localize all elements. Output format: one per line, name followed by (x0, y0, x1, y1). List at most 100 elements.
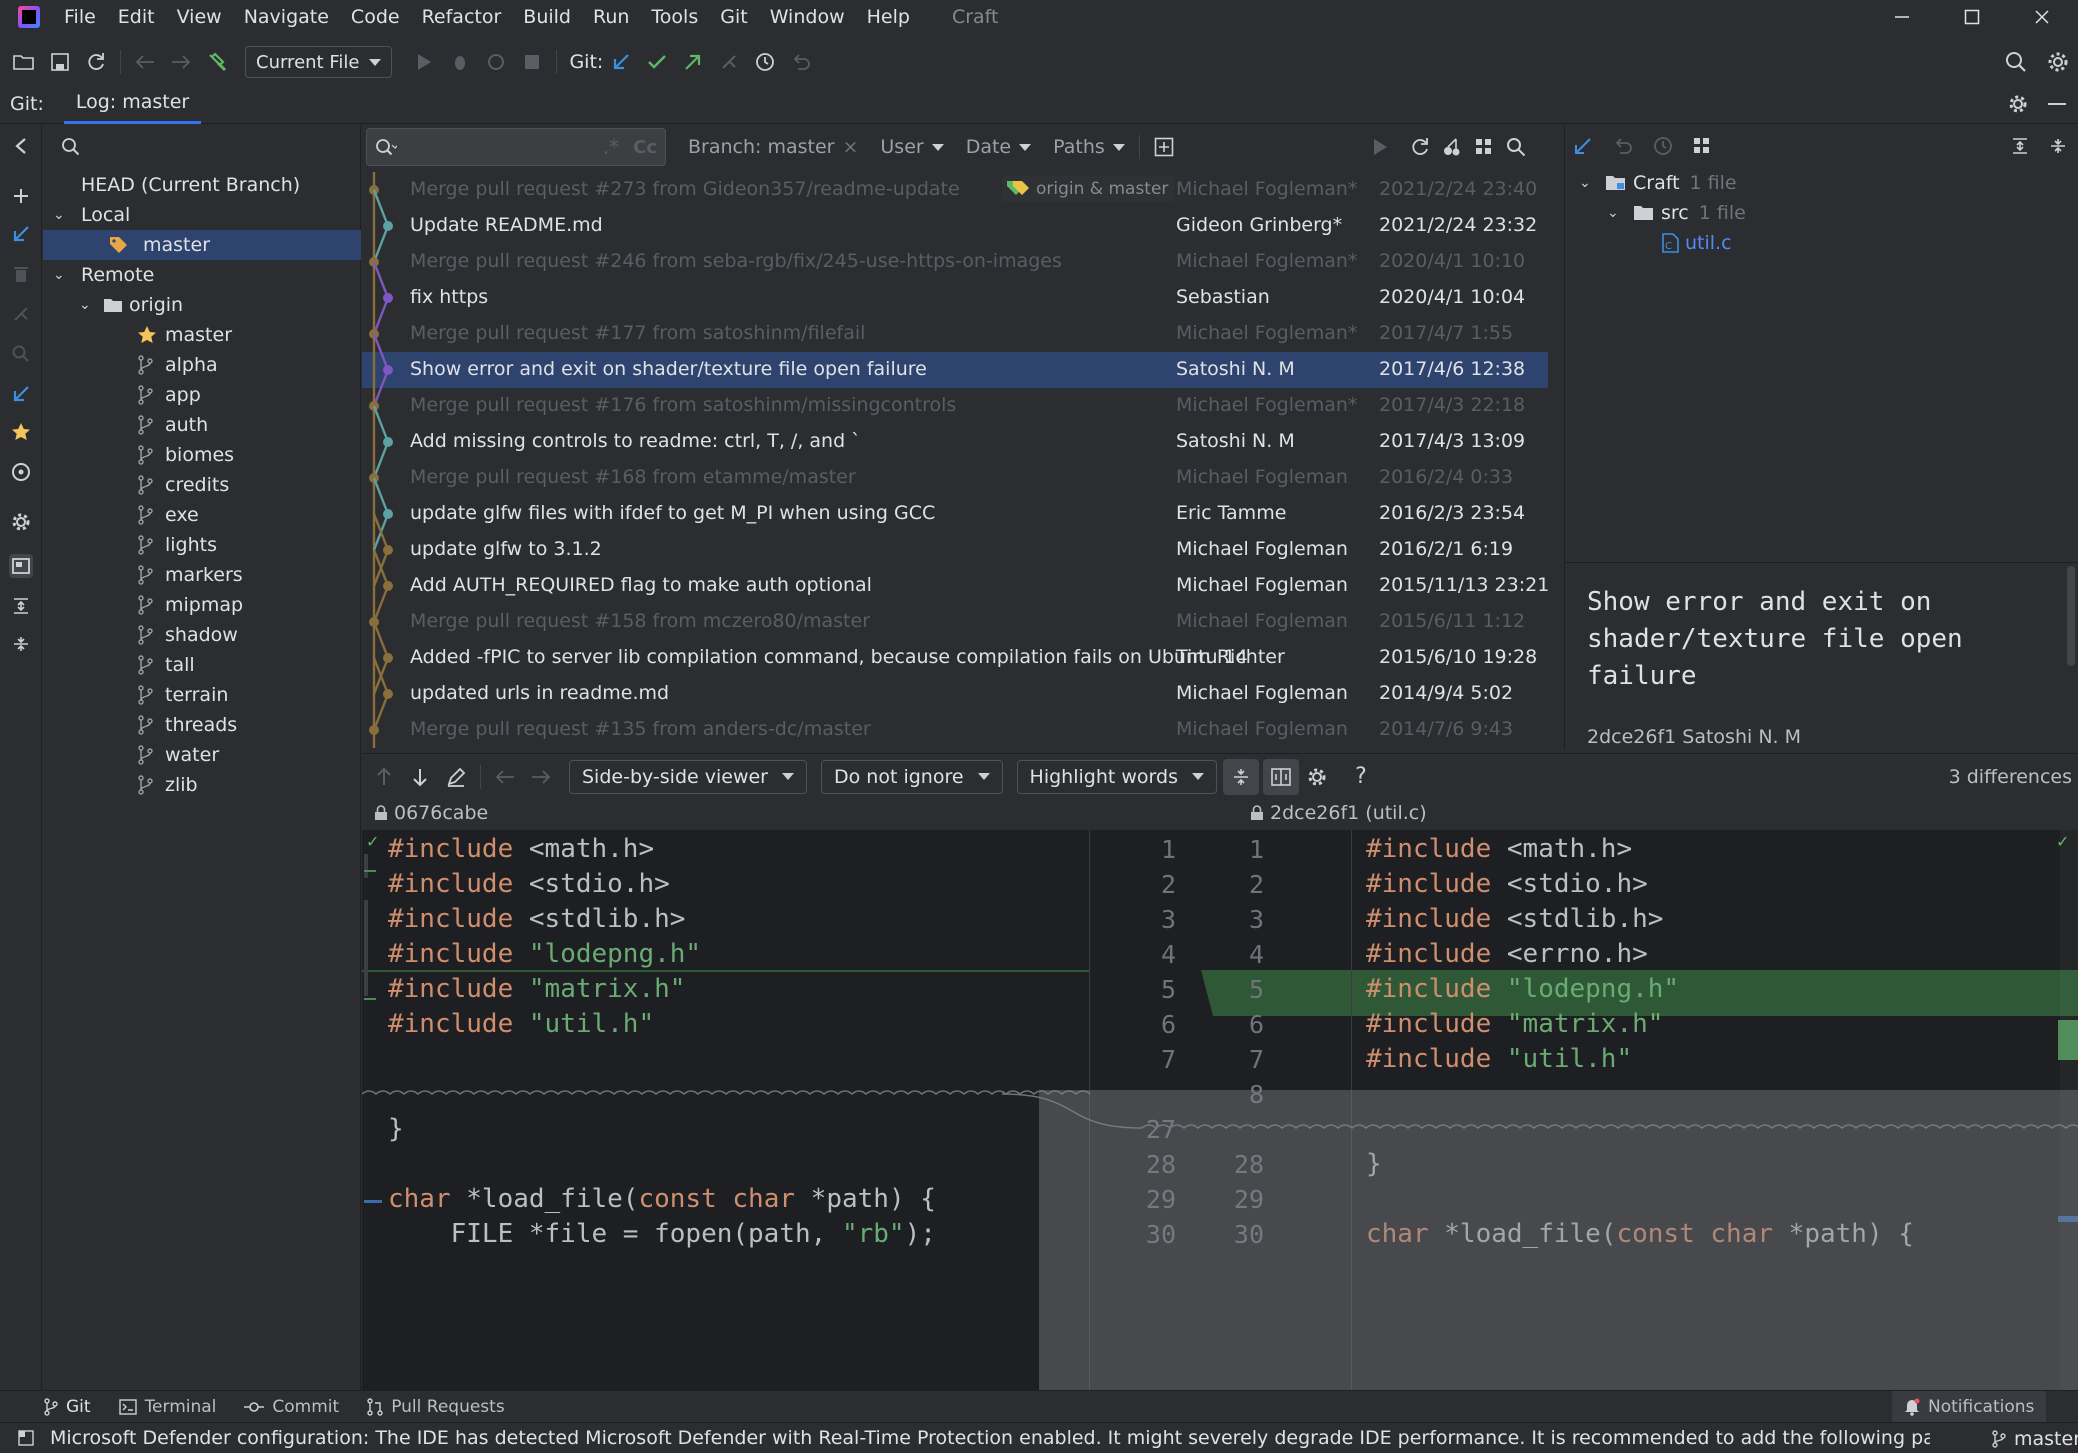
branch-remote-exe[interactable]: exe (43, 500, 361, 530)
commit-row[interactable]: Add missing controls to readme: ctrl, T,… (362, 424, 1548, 460)
branch-remote-threads[interactable]: threads (43, 710, 361, 740)
settings-gear-icon[interactable] (2040, 44, 2076, 80)
notifications-button[interactable]: Notifications (1892, 1391, 2047, 1423)
expand-all-icon[interactable] (2011, 137, 2029, 155)
branch-remote-biomes[interactable]: biomes (43, 440, 361, 470)
history-clock-icon[interactable] (747, 44, 783, 80)
branch-remote-origin[interactable]: ⌄ origin (43, 290, 361, 320)
menu-file[interactable]: File (64, 6, 96, 28)
hide-panel-icon[interactable] (2048, 102, 2066, 106)
branch-remote-lights[interactable]: lights (43, 530, 361, 560)
refresh-icon[interactable] (1402, 129, 1438, 165)
add-icon[interactable] (9, 184, 33, 208)
commit-row[interactable]: Add AUTH_REQUIRED flag to make auth opti… (362, 568, 1548, 604)
debug-icon[interactable] (442, 44, 478, 80)
commit-row[interactable]: updated urls in readme.md Michael Foglema… (362, 676, 1548, 712)
details-scrollbar[interactable] (2067, 566, 2075, 666)
ignore-dropdown[interactable]: Do not ignore (821, 759, 1003, 794)
commit-row[interactable]: Merge pull request #135 from anders-dc/m… (362, 712, 1548, 748)
branch-remote-auth[interactable]: auth (43, 410, 361, 440)
cherry-pick-run-icon[interactable] (1362, 129, 1398, 165)
branch-remote-terrain[interactable]: terrain (43, 680, 361, 710)
collapse-unchanged-icon[interactable] (1222, 758, 1259, 795)
run-config-dropdown[interactable]: Current File (245, 46, 393, 78)
fetch-icon[interactable] (9, 382, 33, 406)
compare-branch-icon[interactable] (9, 302, 33, 326)
build-hammer-icon[interactable] (199, 44, 235, 80)
tree-root-craft[interactable]: ⌄ Craft 1 file (1579, 168, 1737, 198)
history-clock-icon[interactable] (1653, 136, 1673, 156)
branch-group-local[interactable]: ⌄ Local (43, 200, 361, 230)
commit-row[interactable]: update glfw files with ifdef to get M_PI… (362, 496, 1548, 532)
commit-row[interactable]: Merge pull request #158 from mczero80/ma… (362, 604, 1548, 640)
menu-code[interactable]: Code (351, 6, 400, 28)
rollback-icon[interactable] (783, 44, 819, 80)
collapse-all-icon[interactable] (9, 632, 33, 656)
gear-icon[interactable] (2008, 94, 2028, 114)
status-message[interactable]: Microsoft Defender configuration: The ID… (50, 1427, 1930, 1449)
open-folder-icon[interactable] (6, 44, 42, 80)
coverage-icon[interactable] (478, 44, 514, 80)
status-toggle-icon[interactable] (18, 1430, 34, 1446)
clear-filter-icon[interactable]: × (842, 136, 858, 158)
commit-row[interactable]: Update README.md Gideon Grinberg* 2021/2/2… (362, 208, 1548, 244)
run-icon[interactable] (406, 44, 442, 80)
edit-pencil-icon[interactable] (438, 759, 474, 795)
sync-icon[interactable] (78, 44, 114, 80)
collapse-all-icon[interactable] (2049, 137, 2067, 155)
date-filter[interactable]: Date (966, 136, 1032, 158)
branch-remote-shadow[interactable]: shadow (43, 620, 361, 650)
menu-navigate[interactable]: Navigate (244, 6, 329, 28)
menu-build[interactable]: Build (523, 6, 571, 28)
tab-log-master[interactable]: Log: master (63, 84, 202, 124)
minimize-icon[interactable] (1872, 0, 1932, 34)
expand-all-icon[interactable] (9, 594, 33, 618)
branch-remote-master[interactable]: master (43, 320, 361, 350)
user-filter[interactable]: User (880, 136, 944, 158)
revert-icon[interactable] (1613, 137, 1633, 155)
navigate-icon[interactable] (9, 460, 33, 484)
menu-view[interactable]: View (177, 6, 222, 28)
menu-run[interactable]: Run (593, 6, 629, 28)
forward-arrow-icon[interactable] (163, 44, 199, 80)
save-icon[interactable] (42, 44, 78, 80)
tab-git[interactable]: Git (44, 1397, 91, 1417)
menu-refactor[interactable]: Refactor (422, 6, 502, 28)
commit-search-input[interactable]: .* Cc (366, 128, 666, 166)
commit-row[interactable]: Merge pull request #168 from etamme/mast… (362, 460, 1548, 496)
git-update-icon[interactable] (603, 44, 639, 80)
branch-group-remote[interactable]: ⌄ Remote (43, 260, 361, 290)
next-diff-arrow-icon[interactable] (402, 759, 438, 795)
help-button[interactable]: ? (1343, 759, 1379, 795)
branch-remote-markers[interactable]: markers (43, 560, 361, 590)
branch-remote-tall[interactable]: tall (43, 650, 361, 680)
menu-tools[interactable]: Tools (651, 6, 698, 28)
update-branch-icon[interactable] (9, 222, 33, 246)
menu-help[interactable]: Help (867, 6, 910, 28)
cherry-pick-icon[interactable] (1434, 129, 1470, 165)
branch-remote-credits[interactable]: credits (43, 470, 361, 500)
commit-row[interactable]: Merge pull request #177 from satoshinm/f… (362, 316, 1548, 352)
commit-row[interactable]: Merge pull request #246 from seba-rgb/fi… (362, 244, 1548, 280)
commit-row[interactable]: Merge pull request #176 from satoshinm/m… (362, 388, 1548, 424)
commit-row[interactable]: Merge pull request #273 from Gideon357/r… (362, 172, 1548, 208)
viewer-dropdown[interactable]: Side-by-side viewer (569, 759, 807, 794)
menu-window[interactable]: Window (770, 6, 845, 28)
stop-icon[interactable] (514, 44, 550, 80)
new-tab-icon[interactable] (1146, 129, 1182, 165)
group-by-repository-icon[interactable] (9, 554, 33, 578)
menu-git[interactable]: Git (720, 6, 747, 28)
delete-icon[interactable] (9, 262, 33, 286)
branch-remote-mipmap[interactable]: mipmap (43, 590, 361, 620)
maximize-icon[interactable] (1942, 0, 2002, 34)
branch-filter[interactable]: Branch: master × (688, 136, 858, 158)
search-everywhere-icon[interactable] (1998, 44, 2034, 80)
group-by-icon[interactable] (1693, 137, 1711, 155)
git-commit-check-icon[interactable] (639, 44, 675, 80)
branch-remote-app[interactable]: app (43, 380, 361, 410)
prev-file-arrow-icon[interactable] (487, 759, 523, 795)
commit-row[interactable]: update glfw to 3.1.2 Michael Fogleman 2016… (362, 532, 1548, 568)
regex-icon[interactable]: .* (603, 135, 619, 159)
highlight-dropdown[interactable]: Highlight words (1016, 759, 1217, 794)
favorite-star-icon[interactable] (9, 420, 33, 444)
